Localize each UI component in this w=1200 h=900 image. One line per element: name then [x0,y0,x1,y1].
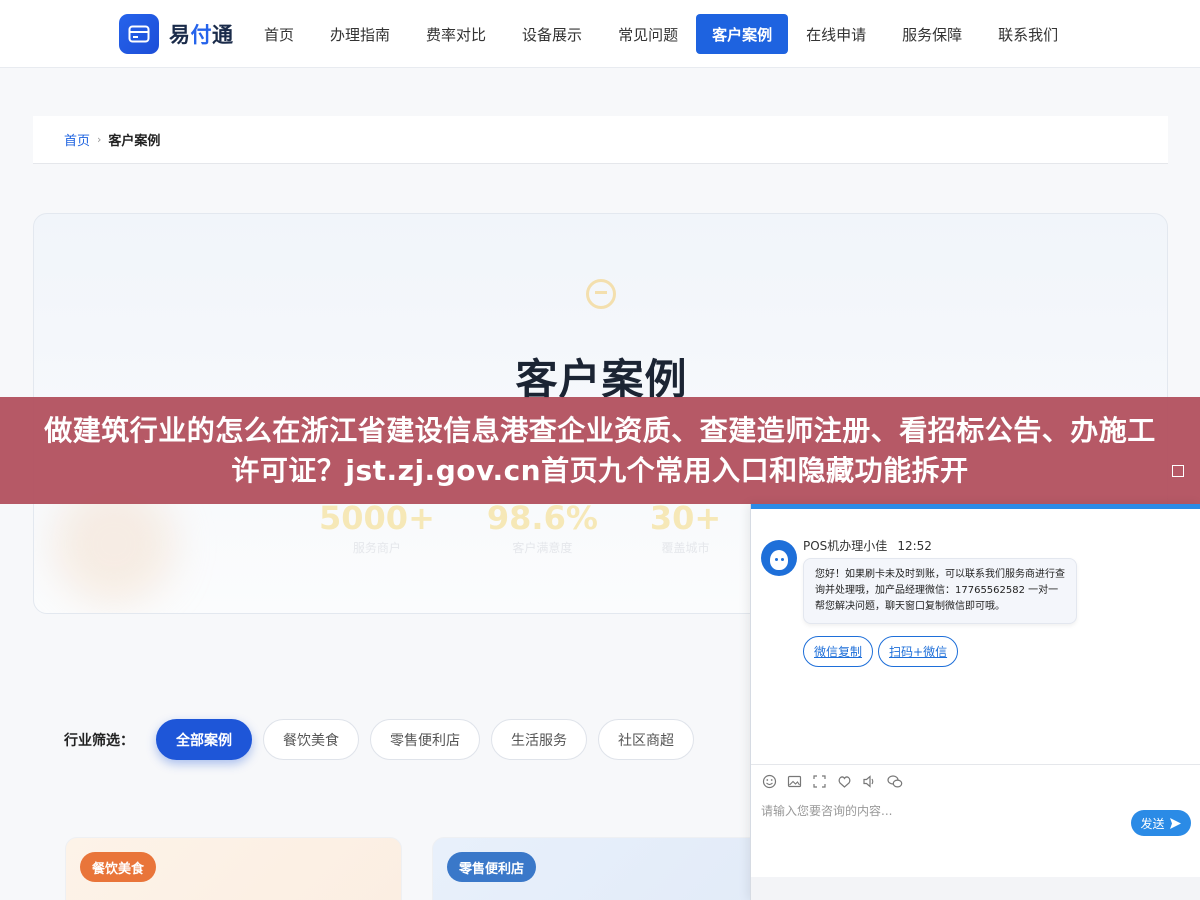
chat-messages: POS机办理小佳 12:52 您好！如果刷卡未及时到账，可以联系我们服务商进行查询… [751,509,1200,764]
main-nav: 首页 办理指南 费率对比 设备展示 常见问题 客户案例 在线申请 服务保障 联系… [246,14,1076,54]
filter-label: 行业筛选： [64,732,134,749]
send-label: 发送 [1140,816,1165,831]
send-button[interactable]: 发送 [1131,810,1191,836]
message-sender: POS机办理小佳 12:52 [803,537,932,554]
filter-chip-supermarket[interactable]: 社区商超 [598,719,694,760]
card-icon [119,14,159,54]
hero-stats: 5000+ 服务商户 98.6% 客户满意度 30+ 覆盖城市 [319,499,721,556]
nav-home[interactable]: 首页 [246,14,312,54]
filter-chip-life-service[interactable]: 生活服务 [491,719,587,760]
banner-text: 做建筑行业的怎么在浙江省建设信息港查企业资质、查建造师注册、看招标公告、办施工许… [44,413,1156,487]
case-card-tag: 零售便利店 [447,852,537,882]
nav-apply[interactable]: 在线申请 [788,14,884,54]
chat-maximize-icon[interactable] [1172,465,1184,477]
nav-faq[interactable]: 常见问题 [600,14,696,54]
case-card[interactable]: 零售便利店 [432,837,762,900]
site-logo[interactable]: 易付通 [119,14,234,54]
chat-input-area: 请输入您要咨询的内容... 发送 [751,764,1200,877]
filter-chip-all[interactable]: 全部案例 [156,719,252,760]
stat-cities: 30+ 覆盖城市 [650,499,721,556]
chat-footer [751,877,1200,900]
stat-value: 30+ [649,499,722,537]
nav-cases[interactable]: 客户案例 [696,14,789,54]
screenshot-icon[interactable] [811,773,828,790]
filter-chip-retail[interactable]: 零售便利店 [370,719,480,760]
message-bubble: 您好！如果刷卡未及时到账，可以联系我们服务商进行查询并处理哦，加产品经理微信：1… [803,558,1077,624]
send-icon [1169,817,1181,829]
breadcrumb-current: 客户案例 [108,134,161,149]
stat-merchants: 5000+ 服务商户 [319,499,435,556]
case-card-tag: 餐饮美食 [80,852,157,882]
voice-icon[interactable] [861,773,878,790]
chat-toolbar [761,773,903,790]
chat-input[interactable]: 请输入您要咨询的内容... [761,802,892,819]
wechat-icon[interactable] [886,773,903,790]
logo-text: 易付通 [169,23,234,47]
rate-icon[interactable] [836,773,853,790]
breadcrumb: 首页 › 客户案例 [33,116,1168,164]
quick-replies: 微信复制 扫码+微信 [803,636,959,667]
nav-guide[interactable]: 办理指南 [312,14,408,54]
copy-wechat-button[interactable]: 微信复制 [803,636,874,667]
nav-devices[interactable]: 设备展示 [504,14,600,54]
industry-filter: 行业筛选： 全部案例 餐饮美食 零售便利店 生活服务 社区商超 [64,719,705,760]
hero-card-icon [586,279,616,309]
nav-service[interactable]: 服务保障 [884,14,980,54]
message-time: 12:52 [897,539,932,553]
nav-contact[interactable]: 联系我们 [980,14,1076,54]
stat-label: 客户满意度 [512,541,573,555]
image-icon[interactable] [786,773,803,790]
avatar-eye [775,558,778,561]
stat-value: 5000+ [319,499,435,537]
article-title-banner: 做建筑行业的怎么在浙江省建设信息港查企业资质、查建造师注册、看招标公告、办施工许… [0,397,1200,504]
chat-widget: POS机办理小佳 12:52 您好！如果刷卡未及时到账，可以联系我们服务商进行查询… [750,504,1200,900]
stat-value: 98.6% [486,499,598,537]
nav-rates[interactable]: 费率对比 [408,14,504,54]
site-header: 易付通 首页 办理指南 费率对比 设备展示 常见问题 客户案例 在线申请 服务保… [0,0,1200,68]
avatar-eye [781,558,784,561]
stat-label: 服务商户 [352,541,401,555]
stat-satisfaction: 98.6% 客户满意度 [487,499,598,556]
emoji-icon[interactable] [761,773,778,790]
sender-name: POS机办理小佳 [803,539,888,553]
filter-chip-food[interactable]: 餐饮美食 [263,719,359,760]
case-card[interactable]: 餐饮美食 [65,837,402,900]
stat-label: 覆盖城市 [661,541,710,555]
agent-avatar [761,540,797,576]
breadcrumb-home-link[interactable]: 首页 [64,130,90,149]
avatar-face [770,550,788,570]
scan-wechat-button[interactable]: 扫码+微信 [878,636,959,667]
breadcrumb-separator: › [97,133,102,146]
